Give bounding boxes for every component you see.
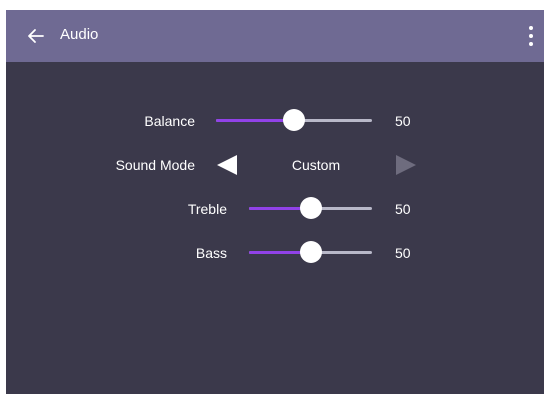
page-title: Audio <box>60 26 99 43</box>
more-vertical-icon <box>529 26 533 30</box>
sound-mode-next-button[interactable] <box>395 154 417 181</box>
more-options-button[interactable] <box>526 24 536 48</box>
treble-value: 50 <box>395 201 411 217</box>
app-bar: Audio <box>6 10 544 62</box>
audio-settings-screen: Audio Balance 50 Sound Mode Custom Trebl… <box>6 10 544 394</box>
balance-slider[interactable] <box>216 109 372 131</box>
sound-mode-label: Sound Mode <box>115 157 195 173</box>
balance-slider-thumb[interactable] <box>283 109 305 131</box>
bass-value: 50 <box>395 245 411 261</box>
back-button[interactable] <box>26 26 46 46</box>
arrow-left-icon <box>28 29 44 43</box>
sound-mode-value: Custom <box>291 157 341 173</box>
bass-label: Bass <box>195 245 227 261</box>
treble-slider-thumb[interactable] <box>300 197 322 219</box>
balance-label: Balance <box>144 113 195 129</box>
sound-mode-prev-button[interactable] <box>216 154 238 181</box>
treble-label: Treble <box>187 201 227 217</box>
treble-slider[interactable] <box>249 197 372 219</box>
bass-slider[interactable] <box>249 241 372 263</box>
bass-slider-thumb[interactable] <box>300 241 322 263</box>
triangle-right-icon <box>396 155 416 175</box>
balance-value: 50 <box>395 113 411 129</box>
triangle-left-icon <box>217 155 237 175</box>
